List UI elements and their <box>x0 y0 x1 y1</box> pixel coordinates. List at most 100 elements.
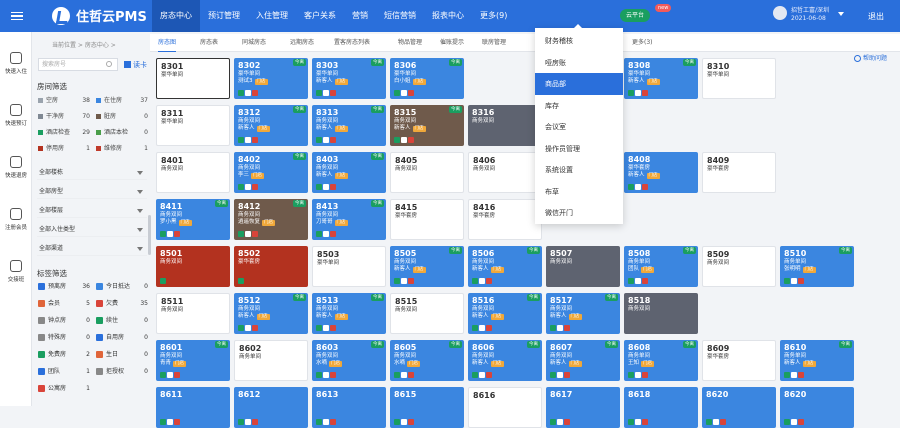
room-card[interactable]: 8606 商务双间 新客人 门店 今离 <box>468 340 542 381</box>
chevron-down-icon[interactable] <box>838 12 844 16</box>
room-card[interactable]: 8610 商务单间 新客人 门店 今离 <box>780 340 854 381</box>
menu-item-4[interactable]: 会议室 <box>535 116 623 138</box>
room-card[interactable]: 8602 商务单间 <box>234 340 308 381</box>
room-card[interactable]: 8402 商务双间 李三 门店 今离 <box>234 152 308 193</box>
room-card[interactable]: 8618 <box>624 387 698 428</box>
tag-filter-3[interactable]: 欠费 35 <box>96 299 148 309</box>
room-card[interactable]: 8616 <box>468 387 542 428</box>
user-info[interactable]: 招哲工富/深圳 2021-06-08 <box>791 7 829 23</box>
room-card[interactable]: 8513 商务双间 新客人 门店 今离 <box>312 293 386 334</box>
room-card[interactable]: 8609 豪华套房 <box>702 340 776 381</box>
logout-button[interactable]: 退出 <box>868 11 884 22</box>
room-card[interactable]: 8613 <box>312 387 386 428</box>
status-filter-3[interactable]: 脏房 0 <box>96 112 148 122</box>
tag-filter-6[interactable]: 特殊房 0 <box>38 333 90 343</box>
tab-1[interactable]: 房态表 <box>200 34 218 52</box>
tag-filter-0[interactable]: 预离房 36 <box>38 282 90 292</box>
room-card[interactable]: 8620 <box>702 387 776 428</box>
room-card[interactable]: 8506 商务双间 新客人 门店 今离 <box>468 246 542 287</box>
filter-dropdown-1[interactable]: 全部房型 <box>37 185 147 199</box>
room-card[interactable]: 8503 豪华单间 <box>312 246 386 287</box>
room-card[interactable]: 8508 商务单间 团队 门店 今离 <box>624 246 698 287</box>
sidebar-item-4[interactable]: 交接班 <box>0 260 32 283</box>
room-card[interactable]: 8302 豪华单间 测试3 门店 今离 <box>234 58 308 99</box>
room-card[interactable]: 8518 商务双间 <box>624 293 698 334</box>
room-card[interactable]: 8516 商务双间 新客人 门店 今离 <box>468 293 542 334</box>
nav-item-0[interactable]: 房态中心 <box>152 0 200 32</box>
status-filter-5[interactable]: 酒店本检 0 <box>96 128 148 138</box>
tab-4[interactable]: 置客房态列表 <box>334 34 370 52</box>
scrollbar[interactable] <box>148 215 151 255</box>
search-icon[interactable] <box>106 61 112 67</box>
sidebar-item-0[interactable]: 快速入住 <box>0 52 32 75</box>
tab-5[interactable]: 物品管理 <box>398 34 422 52</box>
room-card[interactable]: 8306 豪华单间 白小姐 门店 今离 <box>390 58 464 99</box>
room-card[interactable]: 8512 商务双间 新客人 门店 今离 <box>234 293 308 334</box>
status-filter-0[interactable]: 空房 38 <box>38 96 90 106</box>
nav-item-6[interactable]: 报表中心 <box>424 0 472 32</box>
room-card[interactable]: 8405 商务双间 <box>390 152 464 193</box>
nav-item-2[interactable]: 入住管理 <box>248 0 296 32</box>
menu-item-7[interactable]: 布草 <box>535 181 623 203</box>
menu-item-6[interactable]: 系统设置 <box>535 159 623 181</box>
tag-filter-8[interactable]: 免费房 2 <box>38 350 90 360</box>
menu-item-0[interactable]: 财务稽核 <box>535 30 623 52</box>
room-card[interactable]: 8501 商务双间 <box>156 246 230 287</box>
nav-item-1[interactable]: 预订管理 <box>200 0 248 32</box>
read-card-button[interactable]: 读卡 <box>133 60 147 70</box>
tag-filter-1[interactable]: 今日抵达 0 <box>96 282 148 292</box>
tag-filter-4[interactable]: 钟点房 0 <box>38 316 90 326</box>
tab-8[interactable]: 更多(3) <box>632 34 653 52</box>
room-card[interactable]: 8406 商务双间 <box>468 152 542 193</box>
room-card[interactable]: 8517 商务双间 新客人 门店 今离 <box>546 293 620 334</box>
tab-0[interactable]: 房态图 <box>158 34 177 52</box>
room-card[interactable]: 8515 商务双间 <box>390 293 464 334</box>
tag-filter-7[interactable]: 自用房 0 <box>96 333 148 343</box>
status-filter-4[interactable]: 酒店检查 29 <box>38 128 90 138</box>
room-card[interactable]: 8403 商务双间 新客人 门店 今离 <box>312 152 386 193</box>
room-card[interactable]: 8315 商务双间 新客人 门店 今离 <box>390 105 464 146</box>
room-card[interactable]: 8411 商务双间 罗小黑 门店 今离 <box>156 199 230 240</box>
nav-item-5[interactable]: 短信营销 <box>376 0 424 32</box>
menu-item-1[interactable]: 哑房账 <box>535 52 623 74</box>
tag-filter-12[interactable]: 公寓房 1 <box>38 384 90 394</box>
status-filter-1[interactable]: 在住房 37 <box>96 96 148 106</box>
room-card[interactable]: 8415 豪华套房 <box>390 199 464 240</box>
room-card[interactable]: 8509 商务双间 <box>702 246 776 287</box>
room-card[interactable]: 8505 商务双间 新客人 门店 今离 <box>390 246 464 287</box>
filter-dropdown-4[interactable]: 全部渠道 <box>37 242 147 256</box>
avatar[interactable] <box>773 6 787 20</box>
room-card[interactable]: 8615 <box>390 387 464 428</box>
room-card[interactable]: 8412 商务双间 逍遥恢复 门店 今离 <box>234 199 308 240</box>
menu-item-2[interactable]: 商品部 <box>535 73 623 95</box>
sidebar-item-1[interactable]: 快速预订 <box>0 104 32 127</box>
room-card[interactable]: 8608 商务单间 王知 门店 今离 <box>624 340 698 381</box>
menu-item-8[interactable]: 微信开门 <box>535 202 623 224</box>
room-card[interactable]: 8416 豪华套房 <box>468 199 542 240</box>
room-card[interactable]: 8308 豪华单间 新客人 门店 今离 <box>624 58 698 99</box>
hamburger-menu-icon[interactable] <box>4 0 30 32</box>
menu-item-5[interactable]: 操作员管理 <box>535 138 623 160</box>
status-filter-2[interactable]: 干净房 70 <box>38 112 90 122</box>
room-card[interactable]: 8408 豪华套房 新客人 门店 <box>624 152 698 193</box>
tab-6[interactable]: 催账提示 <box>440 34 464 52</box>
room-card[interactable]: 8601 商务双间 青青 门店 今离 <box>156 340 230 381</box>
tag-filter-9[interactable]: 生日 0 <box>96 350 148 360</box>
room-card[interactable]: 8612 <box>234 387 308 428</box>
filter-dropdown-3[interactable]: 全部入住类型 <box>37 223 147 237</box>
room-card[interactable]: 8313 商务双间 新客人 门店 今离 <box>312 105 386 146</box>
room-card[interactable]: 8311 豪华单间 <box>156 105 230 146</box>
room-card[interactable]: 8611 <box>156 387 230 428</box>
room-card[interactable]: 8607 商务双间 新客人 门店 今离 <box>546 340 620 381</box>
room-card[interactable]: 8312 商务双间 新客人 门店 今离 <box>234 105 308 146</box>
menu-item-3[interactable]: 库存 <box>535 95 623 117</box>
room-card[interactable]: 8303 豪华单间 新客人 门店 今离 <box>312 58 386 99</box>
room-card[interactable]: 8620 <box>780 387 854 428</box>
room-card[interactable]: 8413 商务双间 刀哥哥 门店 今离 <box>312 199 386 240</box>
cloud-platform-button[interactable]: 云平台 <box>620 9 651 22</box>
room-card[interactable]: 8617 <box>546 387 620 428</box>
status-filter-6[interactable]: 停用房 1 <box>38 144 90 154</box>
room-card[interactable]: 8310 豪华单间 <box>702 58 776 99</box>
room-card[interactable]: 8603 商务双间 水嘀 门店 今离 <box>312 340 386 381</box>
filter-dropdown-2[interactable]: 全部楼层 <box>37 204 147 218</box>
